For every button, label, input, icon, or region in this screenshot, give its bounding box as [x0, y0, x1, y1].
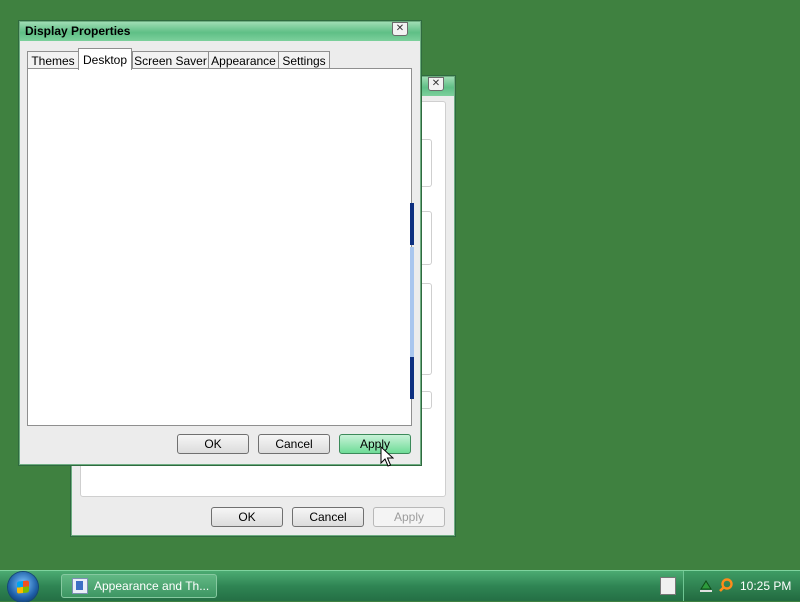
- control-panel-icon: [72, 578, 88, 594]
- close-icon[interactable]: ✕: [392, 22, 408, 36]
- tab-appearance[interactable]: Appearance: [208, 51, 279, 69]
- desktop-tab-panel: [27, 68, 414, 426]
- keyboard-icon[interactable]: [660, 577, 676, 595]
- close-icon[interactable]: ✕: [428, 77, 444, 91]
- taskbar-window-button[interactable]: Appearance and Th...: [61, 574, 217, 598]
- dialog-title: Display Properties: [25, 24, 131, 38]
- background-cancel-button[interactable]: Cancel: [292, 507, 364, 527]
- tab-screen-saver[interactable]: Screen Saver: [132, 51, 209, 69]
- tab-desktop[interactable]: Desktop: [78, 48, 132, 70]
- taskbar-window-label: Appearance and Th...: [94, 579, 210, 593]
- windows-flag-icon: [17, 580, 29, 594]
- search-icon[interactable]: [718, 577, 734, 593]
- tab-themes[interactable]: Themes: [27, 51, 79, 69]
- background-ok-button[interactable]: OK: [211, 507, 283, 527]
- dialog-titlebar[interactable]: Display Properties ✕: [20, 22, 420, 41]
- taskbar: Appearance and Th... 10:25 PM: [0, 570, 800, 602]
- apply-button[interactable]: Apply: [339, 434, 411, 454]
- mouse-cursor-icon: [380, 446, 394, 467]
- notification-area: 10:25 PM: [683, 571, 800, 601]
- scrollbar-segment[interactable]: [410, 247, 414, 357]
- clock[interactable]: 10:25 PM: [740, 579, 791, 593]
- display-properties-dialog: Display Properties ✕ Themes Desktop Scre…: [19, 21, 421, 465]
- ok-button[interactable]: OK: [177, 434, 249, 454]
- scrollbar-segment[interactable]: [410, 357, 414, 399]
- background-apply-button[interactable]: Apply: [373, 507, 445, 527]
- cancel-button[interactable]: Cancel: [258, 434, 330, 454]
- network-icon[interactable]: [698, 577, 714, 593]
- scrollbar-segment[interactable]: [410, 203, 414, 245]
- start-orb-icon[interactable]: [8, 572, 38, 602]
- tab-settings[interactable]: Settings: [278, 51, 330, 69]
